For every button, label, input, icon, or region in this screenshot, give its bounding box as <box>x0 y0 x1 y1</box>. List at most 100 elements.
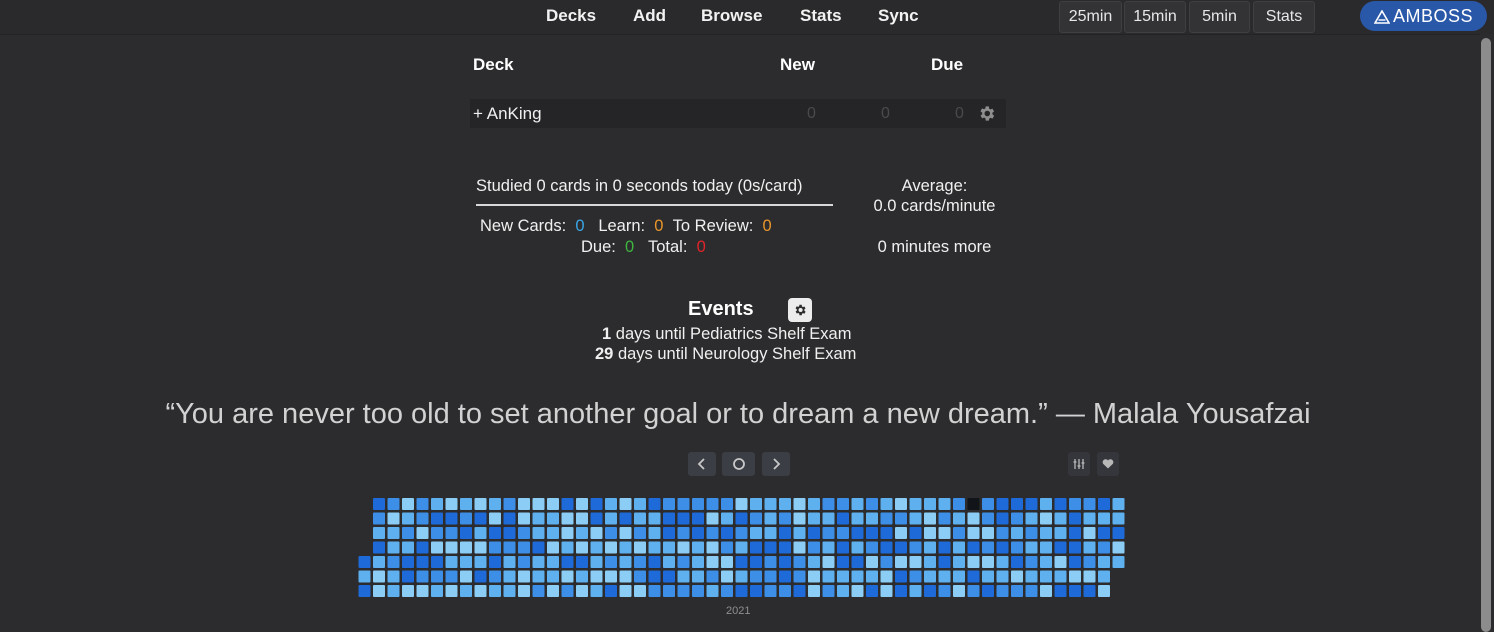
heatmap-day-cell[interactable] <box>373 512 385 525</box>
heatmap-day-cell[interactable] <box>866 570 878 583</box>
heatmap-day-cell[interactable] <box>1112 498 1125 510</box>
heatmap-day-cell[interactable] <box>576 498 588 510</box>
heatmap-day-cell[interactable] <box>576 585 588 597</box>
heatmap-day-cell[interactable] <box>1098 541 1110 554</box>
heatmap-day-cell[interactable] <box>1025 556 1038 568</box>
heatmap-day-cell[interactable] <box>692 541 704 554</box>
heatmap-day-cell[interactable] <box>431 512 443 525</box>
heatmap-day-cell[interactable] <box>431 570 443 583</box>
heatmap-day-cell[interactable] <box>822 512 835 525</box>
heatmap-day-cell[interactable] <box>416 585 429 597</box>
heatmap-day-cell[interactable] <box>1083 541 1096 554</box>
heatmap-day-cell[interactable] <box>706 541 719 554</box>
heatmap-day-cell[interactable] <box>692 570 704 583</box>
heatmap-day-cell[interactable] <box>474 498 487 510</box>
heatmap-day-cell[interactable] <box>1069 527 1081 539</box>
heatmap-day-cell[interactable] <box>1025 585 1038 597</box>
heatmap-day-cell[interactable] <box>1040 541 1052 554</box>
heatmap-day-cell[interactable] <box>822 585 835 597</box>
heatmap-day-cell[interactable] <box>590 527 603 539</box>
heatmap-day-cell[interactable] <box>474 527 487 539</box>
heatmap-day-cell[interactable] <box>402 541 414 554</box>
heatmap-day-cell[interactable] <box>445 527 458 539</box>
heatmap-day-cell[interactable] <box>619 527 632 539</box>
heatmap-day-cell[interactable] <box>721 556 733 568</box>
heatmap-day-cell[interactable] <box>924 527 936 539</box>
heatmap-day-cell[interactable] <box>706 585 719 597</box>
heatmap-day-cell[interactable] <box>634 556 646 568</box>
heatmap-day-cell[interactable] <box>619 498 632 510</box>
heatmap-day-cell[interactable] <box>416 498 429 510</box>
heatmap-day-cell[interactable] <box>880 585 893 597</box>
heatmap-day-cell[interactable] <box>996 585 1009 597</box>
heatmap-day-cell[interactable] <box>431 556 443 568</box>
heatmap-day-cell[interactable] <box>851 556 864 568</box>
heatmap-day-cell[interactable] <box>880 512 893 525</box>
heatmap-day-cell[interactable] <box>779 527 791 539</box>
heatmap-day-cell[interactable] <box>866 527 878 539</box>
heatmap-day-cell[interactable] <box>373 541 385 554</box>
heatmap-day-cell[interactable] <box>619 541 632 554</box>
heatmap-day-cell[interactable] <box>866 512 878 525</box>
heatmap-day-cell[interactable] <box>663 512 675 525</box>
heatmap-day-cell[interactable] <box>880 498 893 510</box>
heatmap-day-cell[interactable] <box>793 570 806 583</box>
heatmap-day-cell[interactable] <box>866 585 878 597</box>
heatmap-day-cell[interactable] <box>779 498 791 510</box>
heatmap-day-cell[interactable] <box>532 556 545 568</box>
heatmap-day-cell[interactable] <box>909 527 922 539</box>
heatmap-day-cell[interactable] <box>1069 585 1081 597</box>
heatmap-day-cell[interactable] <box>1025 570 1038 583</box>
heatmap-day-cell[interactable] <box>750 498 762 510</box>
heatmap-day-cell[interactable] <box>924 498 936 510</box>
heatmap-day-cell[interactable] <box>953 585 965 597</box>
heatmap-day-cell[interactable] <box>663 527 675 539</box>
heatmap-day-cell[interactable] <box>764 498 777 510</box>
heatmap-day-cell[interactable] <box>445 556 458 568</box>
heatmap-day-cell[interactable] <box>764 585 777 597</box>
heatmap-day-cell[interactable] <box>880 570 893 583</box>
heatmap-day-cell[interactable] <box>938 570 951 583</box>
heatmap-day-cell[interactable] <box>561 527 574 539</box>
heatmap-day-cell[interactable] <box>706 570 719 583</box>
heatmap-day-cell[interactable] <box>837 541 849 554</box>
heatmap-day-cell[interactable] <box>1083 585 1096 597</box>
heatmap-day-cell[interactable] <box>373 527 385 539</box>
heatmap-day-cell[interactable] <box>547 541 559 554</box>
heatmap-day-cell[interactable] <box>576 570 588 583</box>
heatmap-day-cell[interactable] <box>1098 556 1110 568</box>
heatmap-day-cell[interactable] <box>576 541 588 554</box>
heatmap-day-cell[interactable] <box>489 527 501 539</box>
heatmap-day-cell[interactable] <box>866 498 878 510</box>
heatmap-day-cell[interactable] <box>953 541 965 554</box>
heatmap-day-cell[interactable] <box>808 570 820 583</box>
heatmap-day-cell[interactable] <box>619 585 632 597</box>
heatmap-day-cell[interactable] <box>880 541 893 554</box>
heatmap-day-cell[interactable] <box>634 498 646 510</box>
heatmap-day-cell[interactable] <box>605 527 617 539</box>
heatmap-day-cell[interactable] <box>706 498 719 510</box>
heatmap-day-cell[interactable] <box>793 585 806 597</box>
heatmap-day-cell[interactable] <box>518 498 530 510</box>
heatmap-day-cell[interactable] <box>938 527 951 539</box>
heatmap-day-cell[interactable] <box>489 541 501 554</box>
heatmap-day-cell[interactable] <box>721 527 733 539</box>
heatmap-day-cell[interactable] <box>489 585 501 597</box>
heatmap-day-cell[interactable] <box>822 527 835 539</box>
heatmap-day-cell[interactable] <box>677 541 690 554</box>
heatmap-day-cell[interactable] <box>808 498 820 510</box>
heatmap-day-cell[interactable] <box>445 570 458 583</box>
heatmap-day-cell[interactable] <box>590 498 603 510</box>
heatmap-day-cell[interactable] <box>764 570 777 583</box>
heatmap-day-cell[interactable] <box>460 512 472 525</box>
heatmap-day-cell[interactable] <box>982 498 994 510</box>
heatmap-day-cell[interactable] <box>373 570 385 583</box>
heatmap-day-cell[interactable] <box>779 512 791 525</box>
heatmap-day-cell[interactable] <box>1011 527 1023 539</box>
heatmap-day-cell[interactable] <box>793 541 806 554</box>
heatmap-day-cell[interactable] <box>938 556 951 568</box>
heatmap-day-cell[interactable] <box>1011 570 1023 583</box>
heatmap-day-cell[interactable] <box>503 512 516 525</box>
heatmap-day-cell[interactable] <box>663 585 675 597</box>
heatmap-day-cell[interactable] <box>822 541 835 554</box>
